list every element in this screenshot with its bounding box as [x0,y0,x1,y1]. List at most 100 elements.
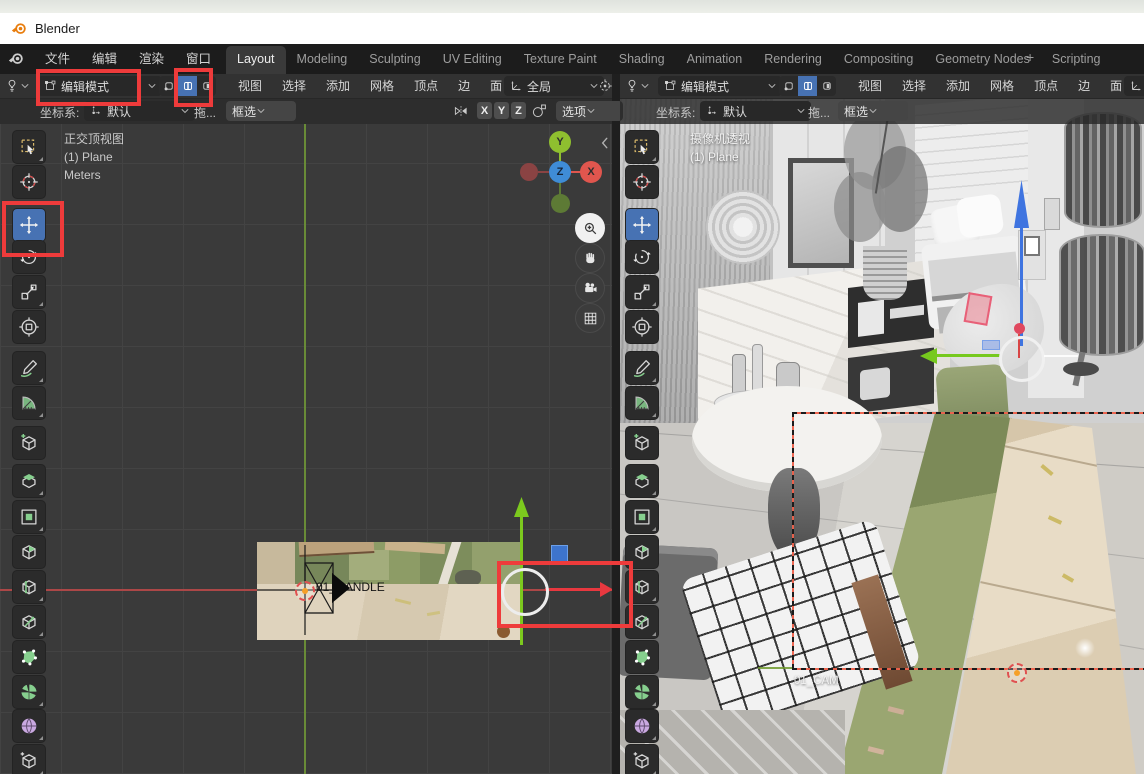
tool-poly-build[interactable] [626,641,658,673]
editor-type-button[interactable] [4,77,30,95]
tool-scale[interactable] [13,276,45,308]
tool-bevel[interactable] [13,536,45,568]
tab-texture-paint[interactable]: Texture Paint [513,46,608,74]
tab-modeling[interactable]: Modeling [286,46,359,74]
mirror-icon[interactable] [452,102,470,120]
active-object-overlay-cam: (1) Plane [690,148,739,166]
face-select-button[interactable] [817,76,836,96]
tool-loop-cut[interactable] [13,571,45,603]
coord-system-label: 坐标系: [656,104,695,121]
world-y-axis-segment [758,667,792,669]
gizmo-x-axis-dot[interactable] [1014,323,1025,334]
chevron-down-icon [180,106,190,116]
viewport-menu--[interactable]: 网格 [980,74,1024,98]
tool-inset-faces[interactable] [13,501,45,533]
options-dropdown[interactable]: 选项 [556,101,623,121]
tool-spin[interactable] [13,676,45,708]
sidebar-collapse-icon[interactable] [598,136,612,150]
axis-gizmo-x-neg-ball[interactable] [520,163,538,181]
tool-extrude-region[interactable] [626,465,658,497]
pivot-point-icon[interactable] [597,78,613,94]
camera-view-button[interactable] [575,273,605,303]
zoom-button[interactable] [575,213,605,243]
tab-shading[interactable]: Shading [608,46,676,74]
viewport-menu--[interactable]: 添加 [316,74,360,98]
blender-menu-icon[interactable] [7,50,25,68]
vertex-select-button[interactable] [779,76,798,96]
mirror-toggle-x[interactable]: X [477,102,492,119]
tab-uv-editing[interactable]: UV Editing [432,46,513,74]
tool-smooth[interactable] [626,710,658,742]
viewport-menu--[interactable]: 添加 [936,74,980,98]
tool-move[interactable] [626,209,658,241]
tool-add-cube[interactable] [626,427,658,459]
tool-smooth[interactable] [13,710,45,742]
blender-logo-icon [10,20,28,38]
pan-button[interactable] [575,243,605,273]
gizmo-plane-handle-x[interactable] [964,292,993,326]
coord-system-dropdown[interactable]: 默认 [700,101,811,121]
tool-measure[interactable] [626,387,658,419]
viewport-menu--[interactable]: 视图 [848,74,892,98]
tab-animation[interactable]: Animation [676,46,754,74]
tool-measure[interactable] [13,387,45,419]
tab-rendering[interactable]: Rendering [753,46,833,74]
tool-scale[interactable] [626,276,658,308]
orientation-dropdown[interactable]: 全局 [504,76,604,96]
axis-gizmo-y-ball[interactable]: Y [549,131,571,153]
tool-annotate[interactable] [626,352,658,384]
tool-cursor[interactable] [13,166,45,198]
axis-gizmo-z-ball[interactable]: Z [549,161,571,183]
viewport-menu--[interactable]: 选择 [892,74,936,98]
gizmo-center-ring-cam[interactable] [999,336,1045,382]
tool-transform[interactable] [626,311,658,343]
tool-rotate[interactable] [626,241,658,273]
viewport-camera-persp[interactable]: 01_CAM 摄像机透视 (1) Plane [620,98,1144,774]
tool-edge-slide[interactable] [626,745,658,774]
gizmo-plane-handle[interactable] [551,545,568,562]
viewport-menu--[interactable]: 网格 [360,74,404,98]
tool-poly-build[interactable] [13,641,45,673]
tab-compositing[interactable]: Compositing [833,46,924,74]
tool-select-box[interactable] [626,131,658,163]
chevron-down-icon [640,81,650,91]
add-workspace-button[interactable]: + [1018,44,1042,72]
edge-select-button[interactable] [798,76,817,96]
tab-scripting[interactable]: Scripting [1041,46,1112,74]
viewport-menu--[interactable]: 边 [1068,74,1100,98]
drag-mode-dropdown[interactable]: 框选 [226,101,296,121]
ortho-toggle-button[interactable] [575,303,605,333]
mode-dropdown[interactable]: 编辑模式 [658,76,782,96]
tool-annotate[interactable] [13,352,45,384]
tool-knife[interactable] [13,606,45,638]
viewport-menu--[interactable]: 边 [448,74,480,98]
tool-add-cube[interactable] [13,427,45,459]
gizmo-y-arrow-head[interactable] [514,497,529,517]
proportional-edit-icon[interactable] [530,102,548,120]
axis-gizmo-x-ball[interactable]: X [580,161,602,183]
axis-gizmo-y-neg-ball[interactable] [551,194,570,213]
editor-type-button[interactable] [624,77,650,95]
tool-inset-faces[interactable] [626,501,658,533]
tool-spin[interactable] [626,676,658,708]
gizmo-plane-handle-z[interactable] [982,340,1000,350]
tool-extrude-region[interactable] [13,465,45,497]
viewport-menu--[interactable]: 选择 [272,74,316,98]
tool-cursor[interactable] [626,166,658,198]
annotation-box-edge-select [174,68,213,107]
viewport-menu--[interactable]: 视图 [228,74,272,98]
viewport-menu--[interactable]: 顶点 [404,74,448,98]
tool-edge-slide[interactable] [13,745,45,774]
mirror-toggle-y[interactable]: Y [494,102,509,119]
orientation-dropdown[interactable] [1124,76,1144,96]
window-titlebar[interactable]: Blender [0,13,1144,45]
tool-select-box[interactable] [13,131,45,163]
mirror-toggle-z[interactable]: Z [511,102,526,119]
tab-layout[interactable]: Layout [226,46,286,74]
gizmo-y-arrow-stem-cam[interactable] [936,354,1000,357]
viewport-menu--[interactable]: 顶点 [1024,74,1068,98]
drag-mode-dropdown[interactable]: 框选 [838,101,908,121]
viewport-top-ortho[interactable]: 01_HANDLE 正交顶视图 (1) Plane Meters Y X Z [0,98,612,774]
tool-transform[interactable] [13,311,45,343]
tab-sculpting[interactable]: Sculpting [358,46,431,74]
